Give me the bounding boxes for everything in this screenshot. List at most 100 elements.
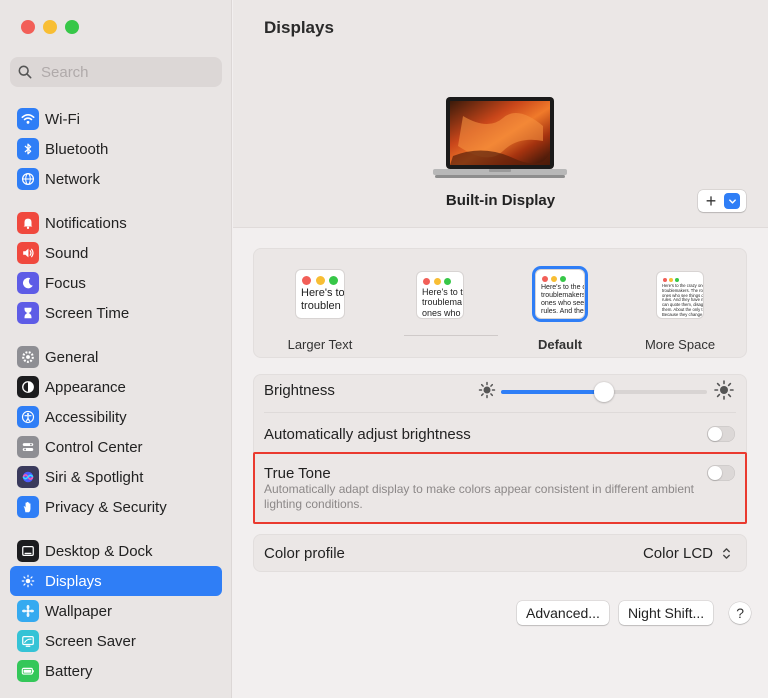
sidebar-item-label: Wallpaper xyxy=(45,602,112,620)
preview-window-dots xyxy=(536,270,584,284)
sidebar-item-screen-saver[interactable]: Screen Saver xyxy=(10,626,222,656)
chevron-updown-icon[interactable] xyxy=(719,544,733,562)
minimize-button[interactable] xyxy=(43,20,57,34)
preview-window-dots xyxy=(296,270,344,287)
brightness-label: Brightness xyxy=(264,382,335,399)
add-display-button[interactable]: + xyxy=(698,190,746,212)
speaker-icon xyxy=(17,242,39,264)
wifi-icon xyxy=(17,108,39,130)
dock-icon xyxy=(17,540,39,562)
sidebar-separator xyxy=(10,194,222,208)
search-input[interactable] xyxy=(41,63,211,81)
appearance-icon xyxy=(17,376,39,398)
true-tone-label: True Tone xyxy=(264,465,331,482)
slider-knob[interactable] xyxy=(594,382,614,402)
sidebar-item-battery[interactable]: Battery xyxy=(10,656,222,686)
resolution-option-2[interactable]: Here's to t troublema ones who xyxy=(385,269,495,337)
hand-icon xyxy=(17,496,39,518)
sidebar-item-label: Bluetooth xyxy=(45,140,109,158)
screen-saver-icon xyxy=(17,630,39,652)
sidebar-item-label: Notifications xyxy=(45,214,127,232)
battery-icon xyxy=(17,660,39,682)
sidebar-item-network[interactable]: Network xyxy=(10,164,222,194)
control-center-icon xyxy=(17,436,39,458)
preview-window-dots xyxy=(417,272,463,287)
advanced-button[interactable]: Advanced... xyxy=(517,601,609,625)
sidebar-item-screen-time[interactable]: Screen Time xyxy=(10,298,222,328)
auto-brightness-toggle[interactable] xyxy=(707,426,735,442)
resolution-option-3[interactable]: Here's to the c troublemakers ones who s… xyxy=(505,269,615,352)
sidebar-item-notifications[interactable]: Notifications xyxy=(10,208,222,238)
sidebar-separator xyxy=(10,328,222,342)
sidebar-item-siri-spotlight[interactable]: Siri & Spotlight xyxy=(10,462,222,492)
resolution-panel: Here's to troublen Larger Text Here's to t… xyxy=(253,248,747,358)
window-controls xyxy=(21,20,79,34)
bell-icon xyxy=(17,212,39,234)
sidebar-item-label: Desktop & Dock xyxy=(45,542,153,560)
resolution-label: More Space xyxy=(644,337,716,352)
sidebar-item-wallpaper[interactable]: Wallpaper xyxy=(10,596,222,626)
chevron-down-icon[interactable] xyxy=(724,193,740,209)
resolution-label: Larger Text xyxy=(287,337,353,352)
sidebar-item-displays[interactable]: Displays xyxy=(10,566,222,596)
resolution-option-4[interactable]: Here's to the crazy one troublemakers. T… xyxy=(625,269,735,352)
sidebar-item-desktop-dock[interactable]: Desktop & Dock xyxy=(10,536,222,566)
main-content: Displays Built-in Display + Here's to tr… xyxy=(233,0,768,698)
resolution-preview: Here's to the c troublemakers ones who s… xyxy=(535,269,585,319)
moon-icon xyxy=(17,272,39,294)
slider-fill xyxy=(501,390,604,394)
siri-icon xyxy=(17,466,39,488)
sidebar-item-sound[interactable]: Sound xyxy=(10,238,222,268)
search-icon xyxy=(18,65,32,79)
preview-text: Here's to troublen xyxy=(301,287,345,312)
sidebar-item-label: General xyxy=(45,348,99,366)
true-tone-description: Automatically adapt display to make colo… xyxy=(264,482,695,511)
sidebar-item-label: Battery xyxy=(45,662,93,680)
true-tone-toggle[interactable] xyxy=(707,465,735,481)
wallpaper-icon xyxy=(17,600,39,622)
resolution-preview: Here's to t troublema ones who xyxy=(416,271,464,319)
color-profile-label: Color profile xyxy=(264,545,345,562)
preview-text: Here's to the crazy one troublemakers. T… xyxy=(662,283,704,317)
sidebar-item-label: Network xyxy=(45,170,101,188)
preview-text: Here's to the c troublemakers ones who s… xyxy=(541,284,585,316)
zoom-button[interactable] xyxy=(65,20,79,34)
sun-icon xyxy=(17,570,39,592)
sidebar-item-appearance[interactable]: Appearance xyxy=(10,372,222,402)
sidebar-item-label: Wi-Fi xyxy=(45,110,80,128)
sidebar-item-label: Control Center xyxy=(45,438,143,456)
sidebar-item-label: Siri & Spotlight xyxy=(45,468,144,486)
search-field[interactable] xyxy=(10,57,222,87)
divider xyxy=(264,412,736,413)
laptop-icon[interactable] xyxy=(433,96,567,182)
night-shift-button[interactable]: Night Shift... xyxy=(618,601,714,625)
brightness-slider[interactable] xyxy=(501,382,707,402)
sidebar-item-label: Displays xyxy=(45,572,102,590)
preview-text: Here's to t troublema ones who xyxy=(422,287,463,318)
resolution-option-1[interactable]: Here's to troublen Larger Text xyxy=(265,269,375,352)
sidebar-item-label: Focus xyxy=(45,274,86,292)
sidebar-item-control-center[interactable]: Control Center xyxy=(10,432,222,462)
sidebar-item-label: Accessibility xyxy=(45,408,127,426)
hourglass-icon xyxy=(17,302,39,324)
color-profile-value[interactable]: Color LCD xyxy=(613,545,713,562)
sidebar-item-label: Sound xyxy=(45,244,89,262)
page-title: Displays xyxy=(264,18,334,37)
plus-icon: + xyxy=(705,191,717,211)
accessibility-icon xyxy=(17,406,39,428)
bluetooth-icon xyxy=(17,138,39,160)
sidebar-item-bluetooth[interactable]: Bluetooth xyxy=(10,134,222,164)
sidebar-item-wi-fi[interactable]: Wi-Fi xyxy=(10,104,222,134)
sidebar-item-accessibility[interactable]: Accessibility xyxy=(10,402,222,432)
resolution-preview: Here's to the crazy one troublemakers. T… xyxy=(656,271,704,319)
display-name: Built-in Display xyxy=(445,192,556,209)
sidebar-item-general[interactable]: General xyxy=(10,342,222,372)
auto-brightness-label: Automatically adjust brightness xyxy=(264,426,471,443)
sidebar-item-focus[interactable]: Focus xyxy=(10,268,222,298)
help-button[interactable]: ? xyxy=(729,602,752,624)
sidebar-item-label: Screen Saver xyxy=(45,632,136,650)
resolution-label: Default xyxy=(537,337,583,352)
globe-icon xyxy=(17,168,39,190)
close-button[interactable] xyxy=(21,20,35,34)
sidebar-item-privacy-security[interactable]: Privacy & Security xyxy=(10,492,222,522)
